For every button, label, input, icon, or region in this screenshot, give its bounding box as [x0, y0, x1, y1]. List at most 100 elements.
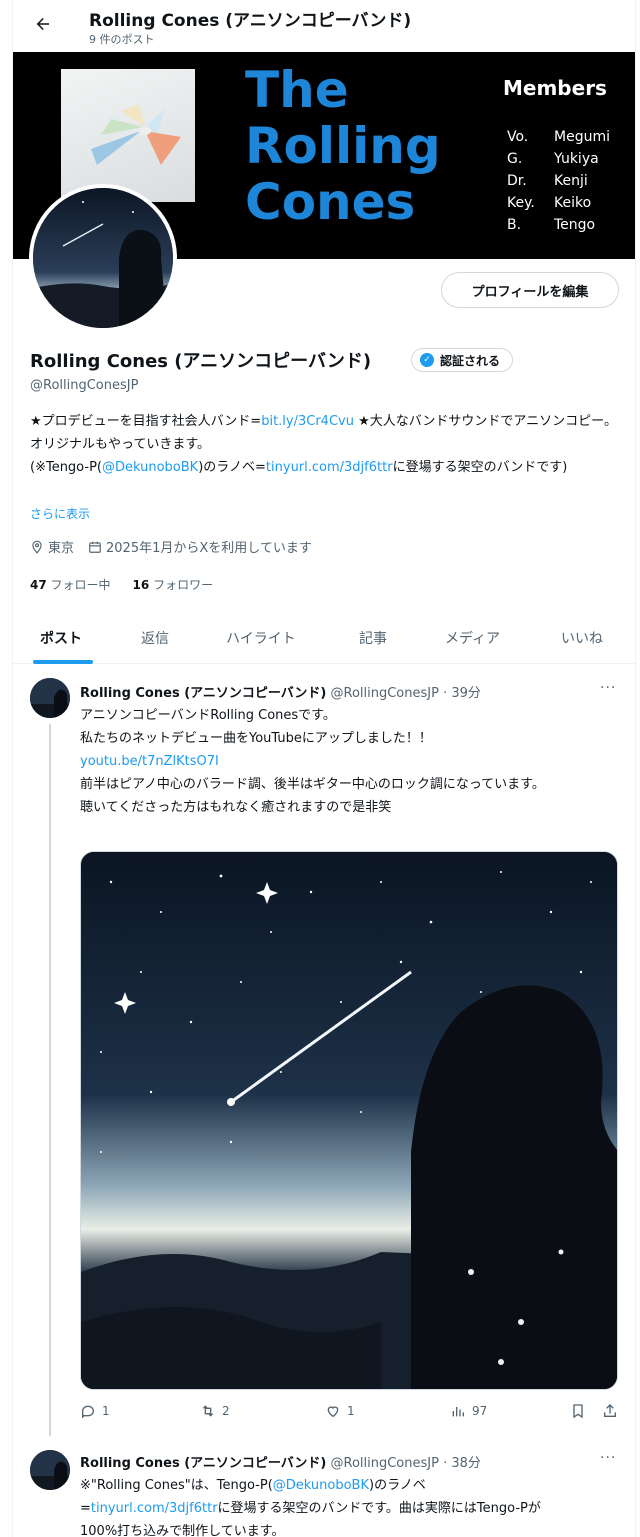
bio-text: に登場する架空のバンドです) [392, 460, 568, 475]
joined-text: 2025年1月からXを利用しています [106, 541, 312, 556]
bio-mention[interactable]: @DekunoboBK [102, 460, 198, 475]
views-button[interactable]: 97 [450, 1403, 487, 1419]
profile-tabs: ポスト 返信 ハイライト 記事 メディア いいね [13, 614, 635, 664]
tweet-line: ※"Rolling Cones"は、Tengo-P(@DekunoboBK)のラ… [80, 1474, 626, 1497]
profile-name: Rolling Cones (アニソンコピーバンド) [30, 351, 372, 372]
tweet-header: Rolling Cones (アニソンコピーバンド) @RollingCones… [80, 1452, 481, 1471]
tweet-line: 聴いてくださった方はもれなく癒されますので是非笑 [80, 800, 392, 815]
bookmark-icon [573, 1404, 583, 1419]
members-heading: Members [503, 76, 607, 100]
tweet-text-part: ※"Rolling Cones"は、Tengo-P( [80, 1478, 273, 1493]
show-more-link[interactable]: さらに表示 [30, 505, 90, 522]
thread-line [49, 724, 51, 1436]
tweet-text-part: に登場する架空のバンドです。曲は実際にはTengo-Pが [217, 1501, 541, 1516]
tweet-mention[interactable]: @DekunoboBK [273, 1478, 369, 1493]
tweet-link[interactable]: youtu.be/t7nZlKtsO7I [80, 750, 626, 773]
tweet-line: =tinyurl.com/3djf6ttrに登場する架空のバンドです。曲は実際に… [80, 1497, 626, 1520]
following-link[interactable]: 47 フォロー中 [30, 576, 111, 593]
followers-link[interactable]: 16 フォロワー [133, 576, 214, 593]
verified-check-icon: ✓ [420, 353, 434, 367]
tweet-text: ※"Rolling Cones"は、Tengo-P(@DekunoboBK)のラ… [80, 1474, 626, 1537]
member-role: Key. [507, 195, 535, 211]
post-count: 9 件のポスト [89, 33, 155, 46]
tweet-text: アニソンコピーバンドRolling Conesです。 私たちのネットデビュー曲を… [80, 704, 626, 819]
followers-count: 16 [132, 578, 150, 592]
get-verified-button[interactable]: ✓ 認証される [411, 348, 514, 372]
profile-meta: 東京 2025年1月からXを利用しています [30, 537, 312, 556]
bio-link[interactable]: tinyurl.com/3djf6ttr [266, 460, 393, 475]
like-count: 1 [347, 1404, 355, 1418]
heart-icon [327, 1406, 339, 1418]
member-name: Megumi [554, 129, 610, 145]
member-name: Keiko [554, 195, 592, 211]
member-name: Yukiya [554, 151, 599, 167]
repost-count: 2 [222, 1404, 230, 1418]
more-options-icon[interactable]: ··· [600, 1450, 616, 1466]
tweet-line: 100%打ち込みで制作しています。 [80, 1524, 285, 1537]
profile-bio: ★プロデビューを目指す社会人バンド=bit.ly/3Cr4Cvu ★大人なバンド… [30, 410, 626, 479]
members-list: Vo. Megumi G. Yukiya Dr. Kenji Key. Keiko B.… [507, 126, 610, 236]
edit-profile-button[interactable]: プロフィールを編集 [441, 272, 619, 308]
member-row: Vo. Megumi [507, 126, 610, 148]
tweet-actions: 1 2 1 97 [80, 1403, 626, 1425]
member-role: G. [507, 151, 523, 167]
more-options-icon[interactable]: ··· [600, 680, 616, 696]
analytics-icon [452, 1407, 464, 1417]
share-button[interactable] [602, 1403, 618, 1419]
follow-stats: 47 フォロー中 16 フォロワー [30, 576, 213, 593]
view-count: 97 [472, 1404, 488, 1418]
tweet-media-image[interactable] [80, 851, 618, 1390]
bio-link[interactable]: bit.ly/3Cr4Cvu [261, 414, 354, 429]
top-bar: Rolling Cones (アニソンコピーバンド) 9 件のポスト [13, 0, 635, 52]
tab-likes[interactable]: いいね [561, 628, 603, 648]
followers-label: フォロワー [153, 578, 214, 592]
member-role: B. [507, 217, 522, 233]
member-row: B. Tengo [507, 214, 610, 236]
reply-icon [82, 1405, 95, 1419]
tweet-handle-time[interactable]: @RollingConesJP · 39分 [331, 686, 481, 701]
following-label: フォロー中 [50, 578, 111, 592]
tweet-line: 私たちのネットデビュー曲をYouTubeにアップしました！！ [80, 731, 432, 746]
member-name: Kenji [554, 173, 588, 189]
band-title-line: Rolling [245, 117, 441, 175]
repost-icon [202, 1405, 214, 1417]
band-title-line: The [245, 61, 349, 119]
reply-button[interactable]: 1 [80, 1403, 110, 1419]
tab-posts[interactable]: ポスト [40, 628, 82, 648]
calendar-icon [89, 541, 101, 553]
tab-replies[interactable]: 返信 [141, 628, 169, 648]
profile-avatar[interactable] [29, 184, 177, 332]
profile-handle: @RollingConesJP [30, 378, 139, 393]
verify-label: 認証される [440, 353, 501, 368]
page-title: Rolling Cones (アニソンコピーバンド) [89, 11, 412, 31]
member-name: Tengo [554, 217, 596, 233]
bookmark-button[interactable] [570, 1403, 586, 1419]
member-role: Dr. [507, 173, 527, 189]
repost-button[interactable]: 2 [200, 1403, 230, 1419]
location-text: 東京 [48, 541, 75, 556]
back-arrow-icon[interactable] [31, 12, 55, 36]
tweet-link[interactable]: tinyurl.com/3djf6ttr [91, 1501, 218, 1516]
tab-media[interactable]: メディア [445, 628, 500, 648]
share-icon [604, 1404, 616, 1417]
member-row: G. Yukiya [507, 148, 610, 170]
member-row: Key. Keiko [507, 192, 610, 214]
tab-highlights[interactable]: ハイライト [226, 628, 296, 648]
bio-text: ★プロデビューを目指す社会人バンド= [30, 414, 262, 429]
bio-text: (※Tengo-P( [30, 460, 102, 475]
active-tab-indicator [33, 660, 93, 664]
location-icon [32, 540, 42, 554]
like-button[interactable]: 1 [325, 1403, 355, 1419]
tweet-author-name[interactable]: Rolling Cones (アニソンコピーバンド) [80, 686, 326, 701]
tweet-author-name[interactable]: Rolling Cones (アニソンコピーバンド) [80, 1456, 326, 1471]
tab-articles[interactable]: 記事 [359, 628, 387, 648]
tweet-avatar[interactable] [30, 678, 70, 718]
band-title-line: Cones [245, 173, 416, 231]
band-title: The Rolling Cones [245, 62, 441, 230]
tweet-line: 前半はピアノ中心のバラード調、後半はギター中心のロック調になっています。 [80, 777, 545, 792]
tweet-avatar[interactable] [30, 1450, 70, 1490]
member-role: Vo. [507, 129, 529, 145]
tweet-text-part: = [80, 1501, 91, 1516]
tweet-handle-time[interactable]: @RollingConesJP · 38分 [331, 1456, 481, 1471]
reply-count: 1 [102, 1404, 110, 1418]
